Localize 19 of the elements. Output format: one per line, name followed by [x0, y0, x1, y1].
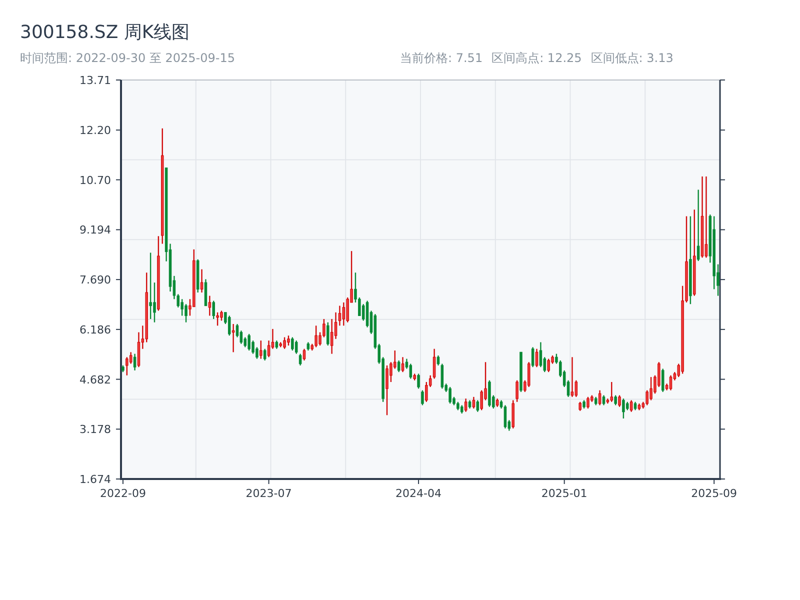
y-axis-label: 1.674 — [80, 473, 111, 486]
y-axis-label: 13.71 — [80, 74, 111, 87]
y-axis-label: 7.690 — [80, 274, 111, 287]
x-axis-label: 2025-01 — [541, 487, 588, 500]
stat-text: 区间低点: 3.13 — [590, 50, 674, 66]
stat-text: 当前价格: 7.51 — [400, 50, 483, 66]
x-axis-label: 2024-04 — [396, 487, 442, 500]
y-axis-label: 9.194 — [80, 224, 111, 237]
x-axis-label: 2023-07 — [246, 487, 292, 500]
y-axis-label: 10.70 — [80, 174, 111, 187]
y-axis-label: 6.186 — [80, 323, 111, 336]
y-axis-label: 3.178 — [80, 423, 111, 436]
y-axis-label: 4.682 — [80, 373, 111, 386]
stat-text: 区间高点: 12.25 — [492, 50, 582, 66]
y-axis-label: 12.20 — [80, 124, 111, 138]
x-axis-label: 2025-09 — [691, 487, 738, 500]
date-range-text: 时间范围: 2022-09-30 至 2025-09-15 — [20, 50, 235, 66]
x-axis-label: 2022-09 — [100, 487, 146, 500]
chart-title: 300158.SZ 周K线图 — [20, 21, 190, 45]
